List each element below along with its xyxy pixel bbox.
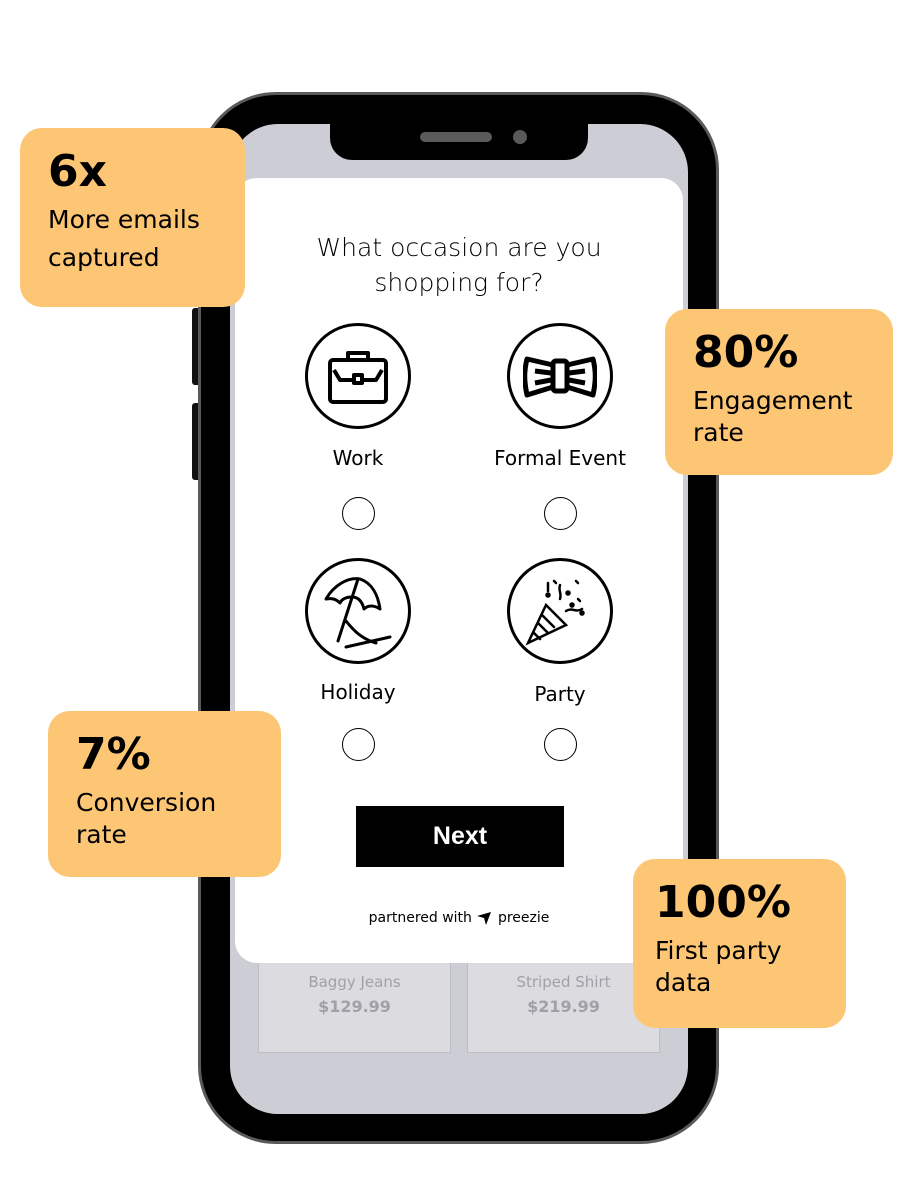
stat-value: 7% bbox=[76, 729, 151, 780]
question-line: shopping for? bbox=[374, 268, 544, 297]
product-name: Baggy Jeans bbox=[308, 973, 401, 991]
preezie-logo-icon bbox=[476, 912, 491, 925]
stat-label: More emails captured bbox=[48, 205, 200, 272]
radio-party[interactable] bbox=[544, 728, 577, 761]
beach-umbrella-icon[interactable] bbox=[305, 558, 411, 664]
stat-value: 6x bbox=[48, 146, 107, 197]
radio-formal-event[interactable] bbox=[544, 497, 577, 530]
stat-label: First party data bbox=[655, 936, 782, 997]
speaker bbox=[420, 132, 492, 142]
partner-footer: partnered with preezie bbox=[235, 910, 683, 926]
quiz-question: What occasion are you shopping for? bbox=[235, 230, 683, 300]
radio-holiday[interactable] bbox=[342, 728, 375, 761]
option-label-formal-event: Formal Event bbox=[494, 446, 626, 470]
product-price: $129.99 bbox=[318, 997, 391, 1016]
party-popper-icon[interactable] bbox=[507, 558, 613, 664]
product-price: $219.99 bbox=[527, 997, 600, 1016]
briefcase-icon[interactable] bbox=[305, 323, 411, 429]
option-label-work: Work bbox=[332, 446, 384, 470]
option-label-party: Party bbox=[534, 682, 586, 706]
camera bbox=[513, 130, 527, 144]
stat-card-emails: 6x More emails captured bbox=[20, 128, 245, 307]
product-name: Striped Shirt bbox=[516, 973, 611, 991]
stat-card-conversion: 7% Conversion rate bbox=[48, 711, 281, 877]
question-line: What occasion are you bbox=[316, 233, 602, 262]
option-label-holiday: Holiday bbox=[320, 680, 396, 704]
stat-label: Conversion rate bbox=[76, 788, 217, 849]
stat-value: 100% bbox=[655, 877, 791, 928]
next-button[interactable]: Next bbox=[356, 806, 564, 867]
bow-tie-icon[interactable] bbox=[507, 323, 613, 429]
stat-card-first-party: 100% First party data bbox=[633, 859, 846, 1028]
partnered-text: partnered with bbox=[368, 910, 472, 926]
stat-label: Engagement rate bbox=[693, 386, 853, 447]
radio-work[interactable] bbox=[342, 497, 375, 530]
brand-name: preezie bbox=[497, 910, 550, 926]
stat-value: 80% bbox=[693, 327, 799, 378]
stat-card-engagement: 80% Engagement rate bbox=[665, 309, 893, 475]
